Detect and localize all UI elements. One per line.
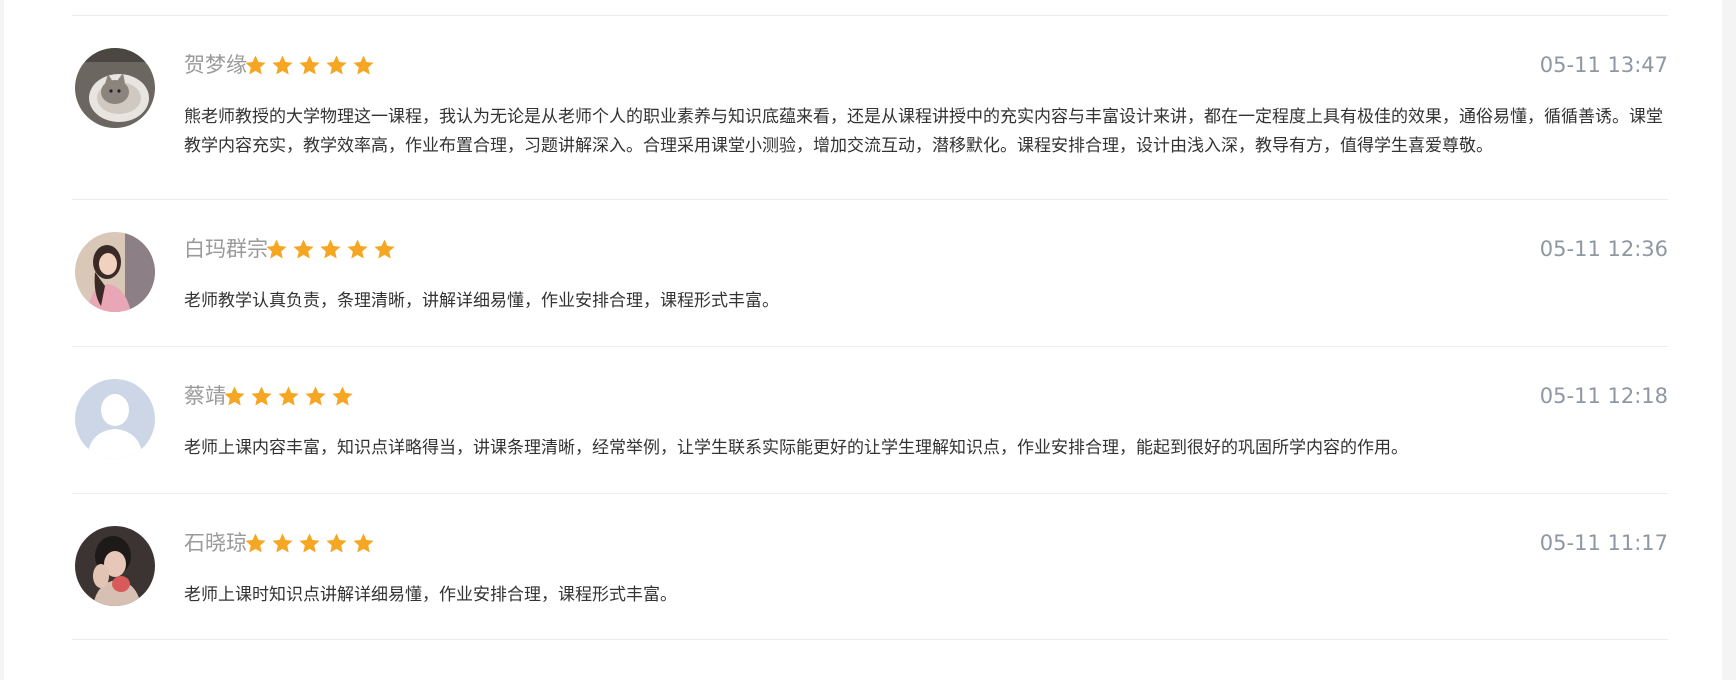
star-icon	[346, 238, 369, 261]
avatar[interactable]	[75, 232, 155, 312]
star-icon	[325, 532, 348, 555]
rating-stars	[244, 532, 375, 555]
star-icon	[250, 385, 273, 408]
reviewer-name: 石晓琼	[184, 531, 247, 555]
review-time: 05-11 11:17	[1539, 531, 1668, 555]
photo-avatar	[75, 526, 155, 606]
review-item: 白玛群宗 05-11 12:36 老师教学认真负责，条理清晰，讲解详细易懂，作业…	[72, 199, 1668, 346]
review-content: 老师上课时知识点讲解详细易懂，作业安排合理，课程形式丰富。	[184, 585, 677, 605]
review-time: 05-11 12:18	[1539, 384, 1668, 408]
avatar[interactable]	[75, 379, 155, 459]
rating-stars	[265, 238, 396, 261]
rating-stars	[223, 385, 354, 408]
review-content: 老师教学认真负责，条理清晰，讲解详细易懂，作业安排合理，课程形式丰富。	[184, 291, 779, 311]
star-icon	[292, 238, 315, 261]
star-icon	[244, 54, 267, 77]
star-icon	[352, 54, 375, 77]
avatar[interactable]	[75, 526, 155, 606]
star-icon	[244, 532, 267, 555]
review-content: 老师上课内容丰富，知识点详略得当，讲课条理清晰，经常举例，让学生联系实际能更好的…	[184, 438, 1408, 458]
review-time: 05-11 13:47	[1539, 53, 1668, 77]
rating-stars	[244, 54, 375, 77]
review-item: 贺梦缘 05-11 13:47 熊老师教授的大学物理这一课程，我认为无论是从老师…	[72, 15, 1668, 199]
reviewer-name: 贺梦缘	[184, 53, 247, 77]
star-icon	[325, 54, 348, 77]
star-icon	[373, 238, 396, 261]
reviewer-name: 白玛群宗	[184, 237, 268, 261]
star-icon	[271, 532, 294, 555]
star-icon	[265, 238, 288, 261]
avatar[interactable]	[75, 48, 155, 128]
review-time: 05-11 12:36	[1539, 237, 1668, 261]
star-icon	[223, 385, 246, 408]
star-icon	[319, 238, 342, 261]
star-icon	[298, 54, 321, 77]
star-icon	[271, 54, 294, 77]
girl-photo-avatar	[75, 232, 155, 312]
star-icon	[277, 385, 300, 408]
reviews-panel: 贺梦缘 05-11 13:47 熊老师教授的大学物理这一课程，我认为无论是从老师…	[4, 0, 1722, 680]
default-user-avatar	[75, 379, 155, 459]
cat-photo-avatar	[75, 48, 155, 128]
star-icon	[352, 532, 375, 555]
review-item: 蔡靖 05-11 12:18 老师上课内容丰富，知识点详略得当，讲课条理清晰，经…	[72, 346, 1668, 493]
review-list: 贺梦缘 05-11 13:47 熊老师教授的大学物理这一课程，我认为无论是从老师…	[72, 15, 1668, 640]
reviewer-name: 蔡靖	[184, 384, 226, 408]
review-content: 熊老师教授的大学物理这一课程，我认为无论是从老师个人的职业素养与知识底蕴来看，还…	[184, 107, 1663, 156]
star-icon	[304, 385, 327, 408]
review-item: 石晓琼 05-11 11:17 老师上课时知识点讲解详细易懂，作业安排合理，课程…	[72, 493, 1668, 640]
star-icon	[298, 532, 321, 555]
star-icon	[331, 385, 354, 408]
